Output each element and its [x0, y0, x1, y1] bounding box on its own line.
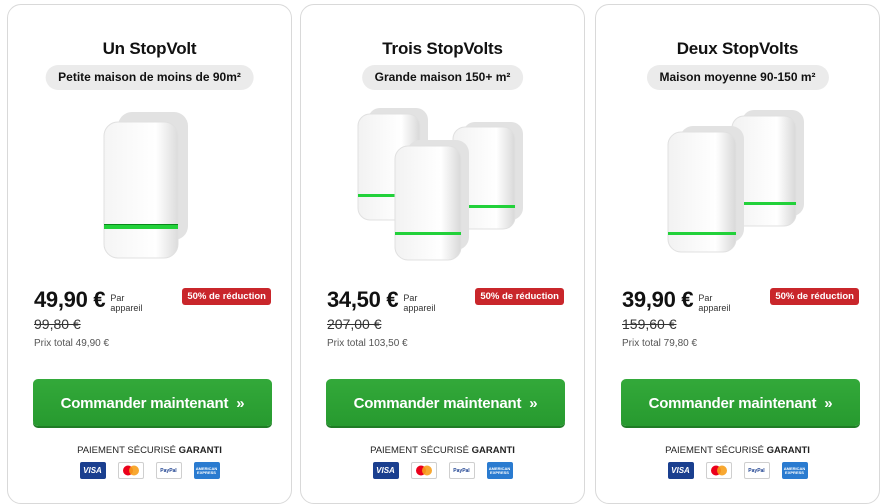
mastercard-icon — [117, 462, 144, 479]
unit-price: 39,90 € — [622, 287, 694, 312]
order-now-button[interactable]: Commander maintenant » — [33, 379, 272, 426]
old-price: 159,60 € — [622, 316, 677, 332]
chevron-right-icon: » — [824, 395, 833, 412]
secure-strong: GARANTI — [766, 445, 810, 456]
product-card-one: Un StopVolt Petite maison de moins de 90… — [7, 4, 292, 504]
unit-price: 34,50 € — [327, 287, 399, 312]
total-price: Prix total 49,90 € — [34, 338, 110, 349]
chevron-right-icon: » — [236, 395, 245, 412]
house-size-pill: Grande maison 150+ m² — [361, 65, 524, 90]
product-card-three: Trois StopVolts Grande maison 150+ m² 34… — [300, 4, 585, 504]
mastercard-icon — [705, 462, 732, 479]
mastercard-icon — [410, 462, 437, 479]
old-price: 99,80 € — [34, 316, 81, 332]
card-title: Deux StopVolts — [676, 39, 799, 58]
secure-prefix: PAIEMENT SÉCURISÉ — [77, 445, 176, 456]
stopvolt-device-icon — [667, 126, 744, 253]
house-size-pill: Petite maison de moins de 90m² — [45, 65, 254, 90]
card-title: Trois StopVolts — [382, 39, 503, 58]
amex-icon: AMERICAN EXPRESS — [486, 462, 513, 479]
secure-prefix: PAIEMENT SÉCURISÉ — [665, 445, 764, 456]
price-row: 49,90 € Par appareil — [34, 287, 150, 313]
visa-icon: VISA — [372, 462, 399, 479]
secure-strong: GARANTI — [178, 445, 222, 456]
product-image — [596, 100, 881, 265]
stopvolt-device-icon — [103, 112, 188, 259]
order-now-button[interactable]: Commander maintenant » — [621, 379, 860, 426]
payment-methods: VISA PayPal AMERICAN EXPRESS — [596, 462, 879, 479]
visa-icon: VISA — [667, 462, 694, 479]
order-now-label: Commander maintenant — [60, 395, 229, 412]
amex-icon: AMERICAN EXPRESS — [781, 462, 808, 479]
product-image — [8, 100, 293, 265]
total-price: Prix total 103,50 € — [327, 338, 408, 349]
discount-badge: 50% de réduction — [770, 288, 859, 305]
order-now-button[interactable]: Commander maintenant » — [326, 379, 565, 426]
paypal-icon: PayPal — [155, 462, 182, 479]
order-now-label: Commander maintenant — [648, 395, 817, 412]
secure-prefix: PAIEMENT SÉCURISÉ — [370, 445, 469, 456]
stopvolt-device-icon — [394, 140, 469, 261]
chevron-right-icon: » — [529, 395, 538, 412]
secure-payment-text: PAIEMENT SÉCURISÉ GARANTI — [596, 445, 879, 456]
discount-badge: 50% de réduction — [182, 288, 271, 305]
payment-methods: VISA PayPal AMERICAN EXPRESS — [8, 462, 291, 479]
old-price: 207,00 € — [327, 316, 382, 332]
payment-methods: VISA PayPal AMERICAN EXPRESS — [301, 462, 584, 479]
per-unit-label: Par appareil — [403, 293, 436, 313]
product-image — [301, 100, 586, 265]
unit-price: 49,90 € — [34, 287, 106, 312]
paypal-icon: PayPal — [448, 462, 475, 479]
order-now-label: Commander maintenant — [353, 395, 522, 412]
paypal-icon: PayPal — [743, 462, 770, 479]
price-row: 34,50 € Par appareil — [327, 287, 443, 313]
product-card-two: Deux StopVolts Maison moyenne 90-150 m² … — [595, 4, 880, 504]
per-unit-label: Par appareil — [110, 293, 143, 313]
secure-payment-text: PAIEMENT SÉCURISÉ GARANTI — [8, 445, 291, 456]
price-row: 39,90 € Par appareil — [622, 287, 738, 313]
visa-icon: VISA — [79, 462, 106, 479]
house-size-pill: Maison moyenne 90-150 m² — [646, 65, 829, 90]
secure-payment-text: PAIEMENT SÉCURISÉ GARANTI — [301, 445, 584, 456]
card-title: Un StopVolt — [102, 39, 197, 58]
per-unit-label: Par appareil — [698, 293, 731, 313]
secure-strong: GARANTI — [471, 445, 515, 456]
total-price: Prix total 79,80 € — [622, 338, 698, 349]
discount-badge: 50% de réduction — [475, 288, 564, 305]
amex-icon: AMERICAN EXPRESS — [193, 462, 220, 479]
